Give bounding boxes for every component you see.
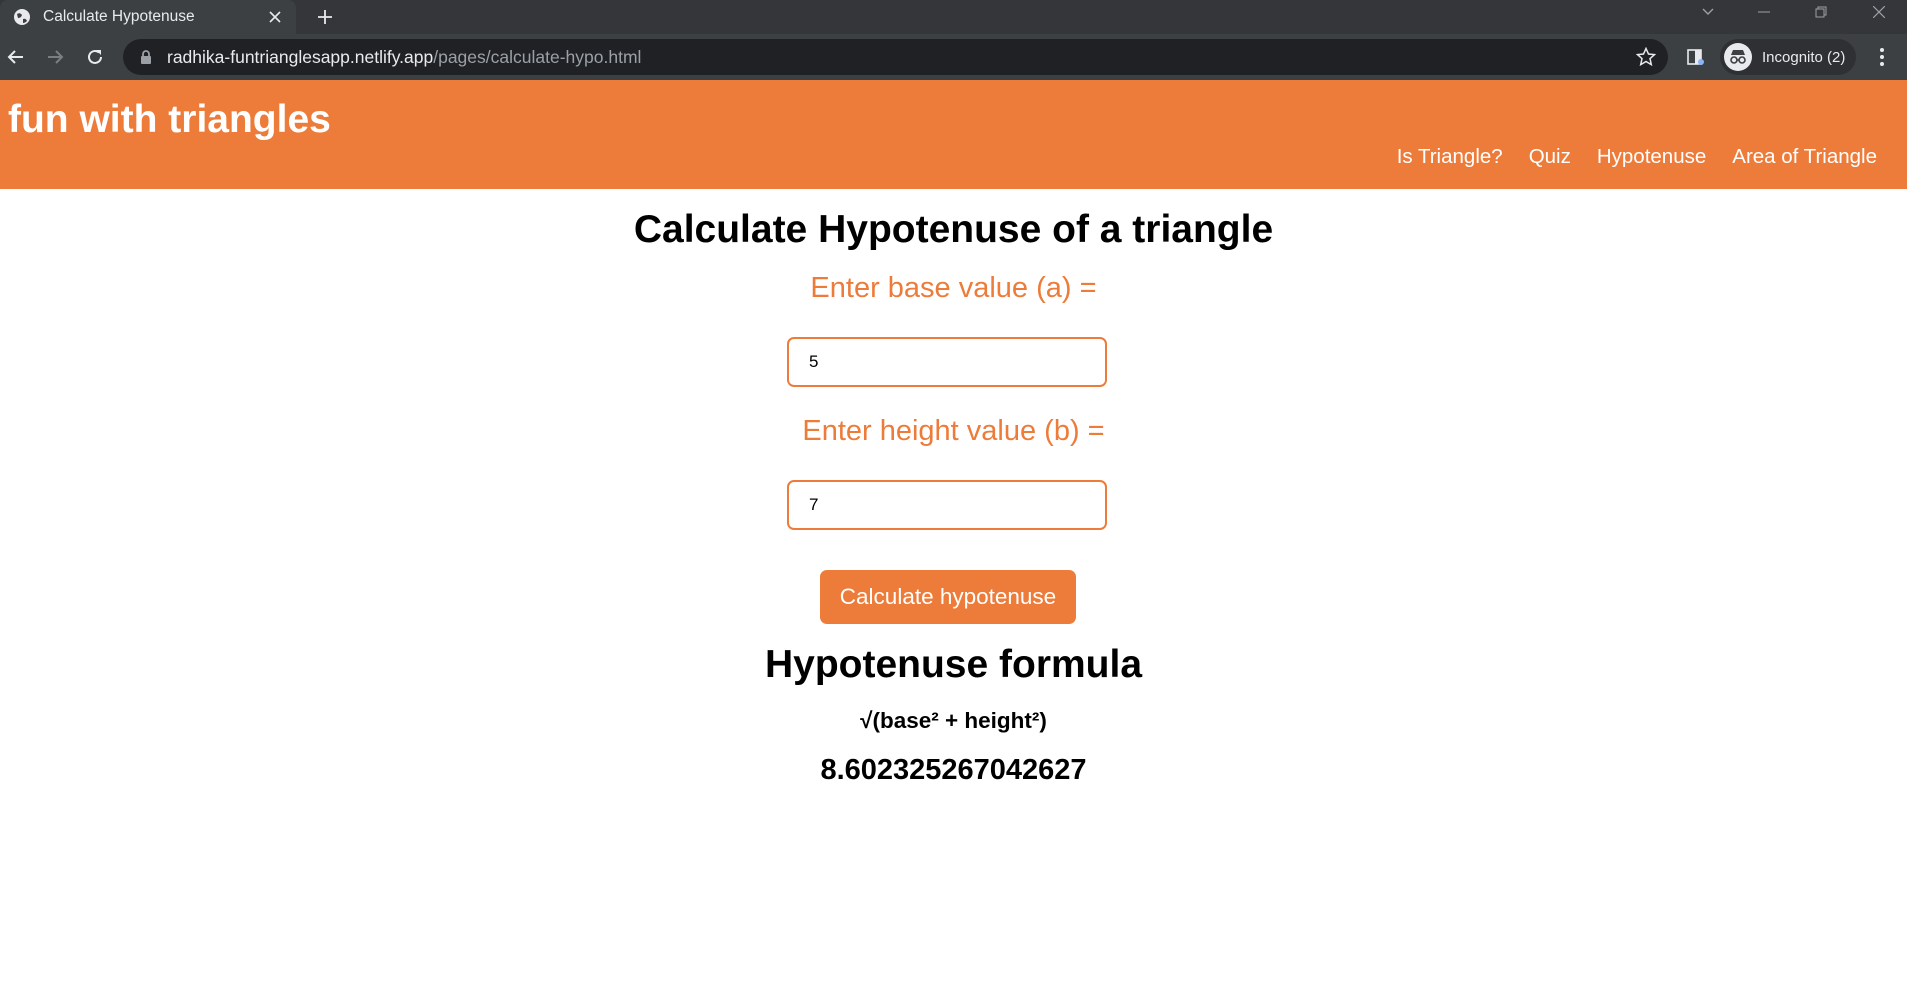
result-output: 8.602325267042627 <box>820 754 1087 786</box>
tab-title: Calculate Hypotenuse <box>43 8 195 25</box>
window-close-icon[interactable] <box>1851 0 1907 24</box>
height-input[interactable] <box>787 480 1107 530</box>
base-label: Enter base value (a) = <box>810 272 1097 304</box>
browser-tabstrip: Calculate Hypotenuse <box>0 0 1907 34</box>
new-tab-button[interactable] <box>311 3 339 31</box>
nav-link-quiz[interactable]: Quiz <box>1529 145 1571 169</box>
browser-toolbar: radhika-funtrianglesapp.netlify.app/page… <box>0 34 1907 80</box>
close-icon[interactable] <box>263 5 287 29</box>
bookmark-star-icon[interactable] <box>1634 45 1658 69</box>
incognito-profile-button[interactable]: Incognito (2) <box>1720 39 1856 75</box>
page-title: Calculate Hypotenuse of a triangle <box>633 208 1274 251</box>
forward-icon[interactable] <box>39 41 71 73</box>
address-bar[interactable]: radhika-funtrianglesapp.netlify.app/page… <box>123 39 1668 75</box>
minimize-icon[interactable] <box>1736 0 1792 24</box>
incognito-icon <box>1724 43 1752 71</box>
lock-icon <box>139 49 153 65</box>
formula-text: √(base² + height²) <box>860 708 1047 733</box>
browser-tab[interactable]: Calculate Hypotenuse <box>0 0 296 34</box>
url-domain: radhika-funtrianglesapp.netlify.app <box>167 46 434 67</box>
site-nav: Is Triangle? Quiz Hypotenuse Area of Tri… <box>1397 145 1877 169</box>
height-label: Enter height value (b) = <box>802 415 1105 447</box>
profile-label: Incognito (2) <box>1762 48 1846 66</box>
globe-icon <box>13 8 31 26</box>
reload-icon[interactable] <box>79 41 111 73</box>
more-options-icon[interactable] <box>1870 45 1894 69</box>
site-title: fun with triangles <box>8 98 331 141</box>
calculate-hypotenuse-button[interactable]: Calculate hypotenuse <box>820 570 1076 624</box>
restore-icon[interactable] <box>1793 0 1849 24</box>
side-panel-icon[interactable] <box>1684 45 1708 69</box>
back-icon[interactable] <box>0 41 32 73</box>
formula-heading: Hypotenuse formula <box>764 643 1143 686</box>
base-input[interactable] <box>787 337 1107 387</box>
nav-link-hypotenuse[interactable]: Hypotenuse <box>1597 145 1706 169</box>
url-path: /pages/calculate-hypo.html <box>433 46 642 67</box>
nav-link-is-triangle[interactable]: Is Triangle? <box>1397 145 1503 169</box>
url-text: radhika-funtrianglesapp.netlify.app/page… <box>167 47 641 68</box>
nav-link-area-of-triangle[interactable]: Area of Triangle <box>1732 145 1877 169</box>
tab-search-icon[interactable] <box>1680 0 1736 24</box>
site-header: fun with triangles Is Triangle? Quiz Hyp… <box>0 80 1907 189</box>
